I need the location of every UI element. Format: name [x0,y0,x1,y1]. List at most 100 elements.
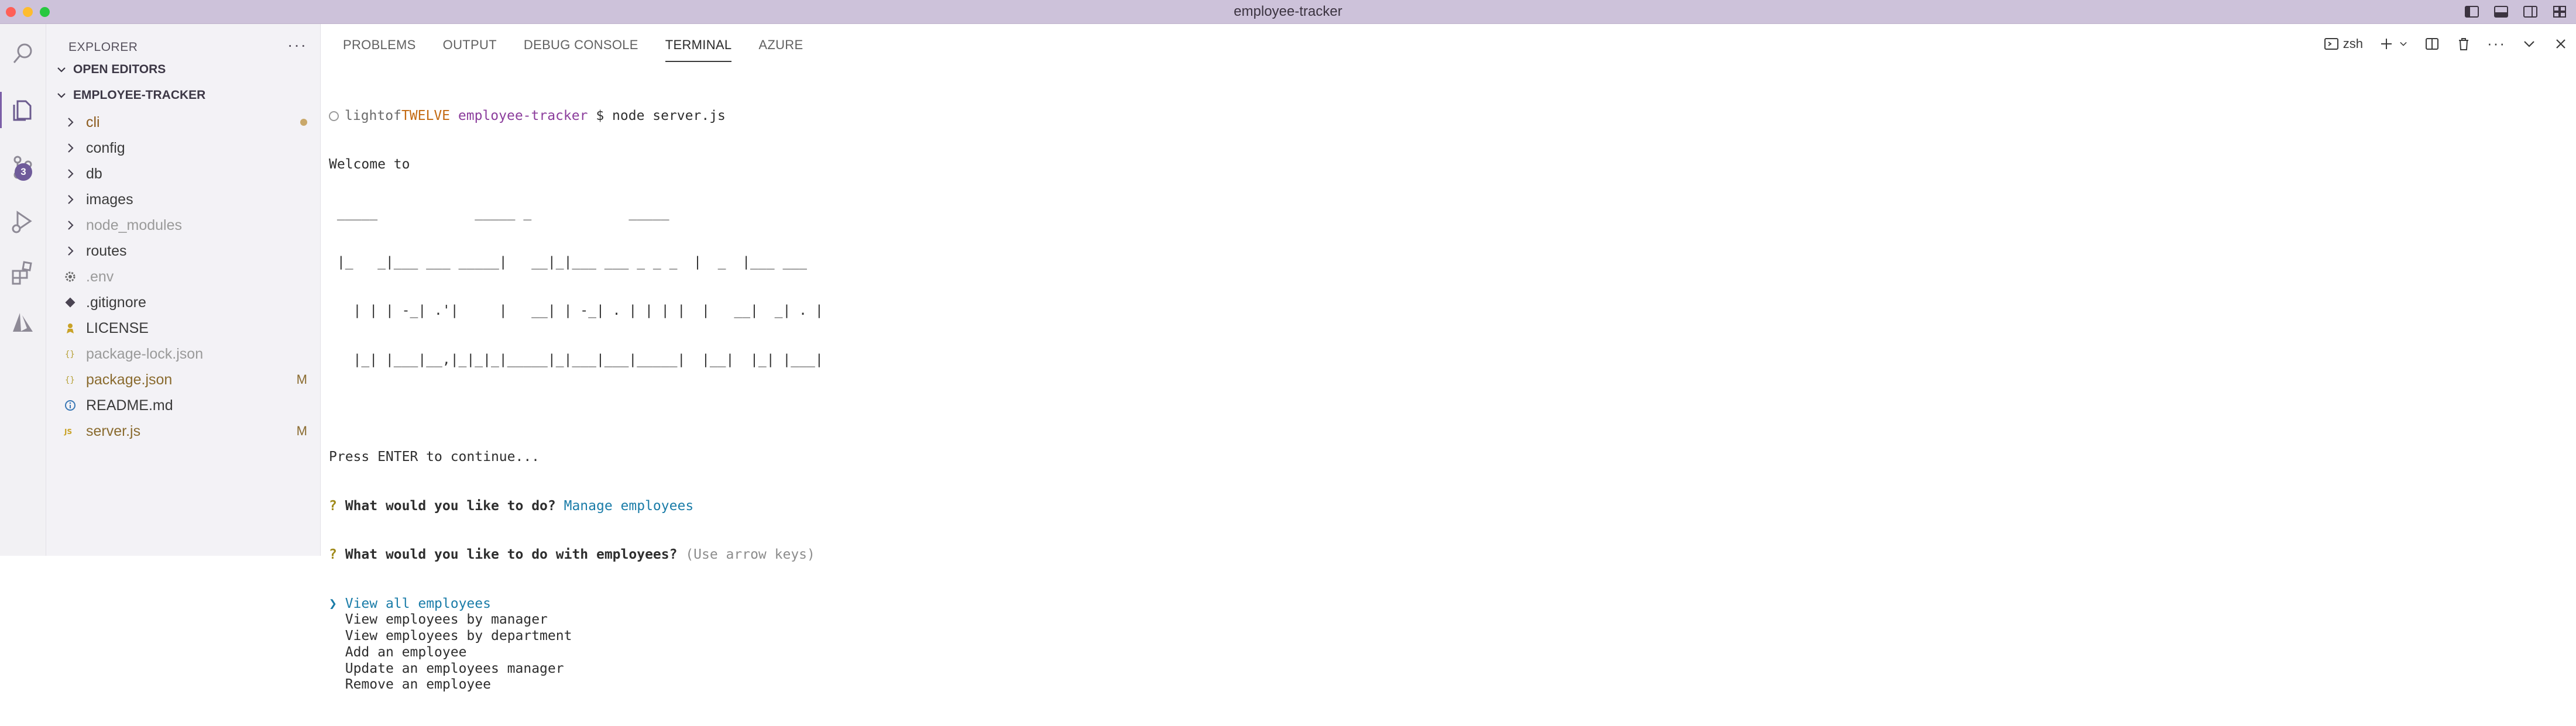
question-mark: ? [329,498,337,514]
gear-file-icon [60,270,80,283]
git-status-badge: M [296,424,307,438]
js-file-icon: JS [60,425,80,438]
terminal-shell-selector[interactable]: zsh [2323,36,2363,52]
maximize-window-button[interactable] [40,7,50,17]
prompt-host: TWELVE [401,108,451,123]
layout-controls [2464,4,2568,20]
split-terminal-icon[interactable] [2424,36,2440,52]
menu-option[interactable]: View employees by department [329,628,2553,645]
minimize-window-button[interactable] [23,7,33,17]
file-tree-item[interactable]: JS server.js M [46,418,320,444]
close-icon[interactable] [2553,36,2569,52]
git-status-badge: M [296,372,307,387]
tab-output[interactable]: OUTPUT [443,37,497,53]
press-enter-line: Press ENTER to continue... [329,449,540,465]
git-file-icon [60,296,80,309]
info-file-icon [60,399,80,412]
file-tree-item[interactable]: .gitignore [46,290,320,315]
file-tree-item[interactable]: LICENSE [46,315,320,341]
project-section[interactable]: EMPLOYEE-TRACKER [46,84,320,107]
file-tree-item[interactable]: config [46,135,320,161]
file-tree-item[interactable]: {} package-lock.json [46,341,320,367]
activity-bar: 3 [0,24,46,556]
ascii-art-line: |_| |___|__,|_|_|_|_____|_|___|___|_____… [329,352,823,367]
svg-text:{}: {} [65,376,75,385]
file-tree-item[interactable]: db [46,161,320,187]
file-tree-item-label: .env [86,268,114,285]
collapse-panel-icon[interactable] [2521,36,2537,52]
option-indent [329,677,337,692]
azure-icon[interactable] [0,300,46,346]
chevron-right-icon [60,142,80,154]
chevron-right-icon [60,116,80,129]
more-actions-icon[interactable]: ··· [287,36,307,54]
toggle-panel-icon[interactable] [2493,4,2509,20]
file-tree-item[interactable]: routes [46,238,320,264]
file-tree-item-label: package.json [86,371,173,388]
file-tree-item-label: images [86,191,133,208]
menu-option-label: View employees by manager [345,612,548,628]
menu-option[interactable]: Remove an employee [329,677,2553,693]
explorer-icon[interactable] [0,87,46,133]
trash-icon[interactable] [2455,36,2472,52]
tab-debug-console[interactable]: DEBUG CONSOLE [524,37,638,53]
new-terminal-button[interactable] [2378,36,2409,52]
menu-option[interactable]: ❯ View all employees [329,596,2553,613]
menu-option[interactable]: View employees by manager [329,612,2553,628]
plus-icon [2381,38,2392,49]
chevron-down-icon [2400,42,2407,46]
toggle-secondary-sidebar-icon[interactable] [2522,4,2539,20]
file-tree-item-label: config [86,139,125,156]
extensions-icon[interactable] [0,250,46,295]
panel-actions: zsh ··· [2323,35,2569,53]
prompt-user: lightof [345,108,401,123]
file-tree-item[interactable]: README.md [46,393,320,418]
menu-option-label: View all employees [345,596,491,611]
close-window-button[interactable] [6,7,16,17]
window-controls [6,7,50,17]
file-tree-item-label: server.js [86,422,141,439]
menu-option[interactable]: Add an employee [329,645,2553,661]
question-line: ? What would you like to do? Manage empl… [329,498,2553,515]
json-file-icon: {} [60,347,80,360]
terminal-output[interactable]: lightofTWELVE employee-tracker $ node se… [329,75,2553,726]
file-tree-item-label: .gitignore [86,294,146,311]
open-editors-section[interactable]: OPEN EDITORS [46,58,320,81]
window-title: employee-tracker [1234,4,1342,19]
pointer-icon: ❯ [329,596,337,611]
file-tree-item[interactable]: images [46,187,320,212]
file-tree-item-label: cli [86,113,100,130]
chevron-right-icon [60,167,80,180]
file-tree-item[interactable]: cli [46,109,320,135]
customize-layout-icon[interactable] [2551,4,2568,20]
chevron-right-icon [60,245,80,257]
question-hint: (Use arrow keys) [685,547,815,563]
chevron-down-icon [50,64,73,75]
menu-option-label: View employees by department [345,628,572,644]
svg-text:{}: {} [65,350,75,359]
prompt-status-icon [329,111,339,121]
file-tree-item[interactable]: .env [46,264,320,290]
search-icon[interactable] [0,31,46,77]
ascii-art-line: _____ _____ _ _____ [329,205,669,221]
file-tree-item-label: LICENSE [86,319,149,336]
ascii-art-line: | | | -_| .'| | __| | -_| . | | | | | __… [329,303,823,319]
more-actions-icon[interactable]: ··· [2487,35,2506,53]
question-text: What would you like to do? [345,498,556,514]
tab-problems[interactable]: PROBLEMS [343,37,416,53]
file-tree-item[interactable]: node_modules [46,212,320,238]
tab-terminal[interactable]: TERMINAL [665,37,732,62]
tab-azure[interactable]: AZURE [758,37,803,53]
file-tree-item[interactable]: {} package.json M [46,367,320,393]
terminal-panel: PROBLEMS OUTPUT DEBUG CONSOLE TERMINAL A… [321,24,2576,692]
menu-option[interactable]: Update an employees manager [329,661,2553,677]
welcome-line: Welcome to [329,156,410,172]
prompt-dir: employee-tracker [458,108,588,123]
toggle-primary-sidebar-icon[interactable] [2464,4,2480,20]
menu-option-label: Remove an employee [345,677,491,693]
menu-options: ❯ View all employees View employees by m… [329,596,2553,694]
option-indent [329,628,337,644]
project-label: EMPLOYEE-TRACKER [73,88,206,102]
run-debug-icon[interactable] [0,198,46,244]
